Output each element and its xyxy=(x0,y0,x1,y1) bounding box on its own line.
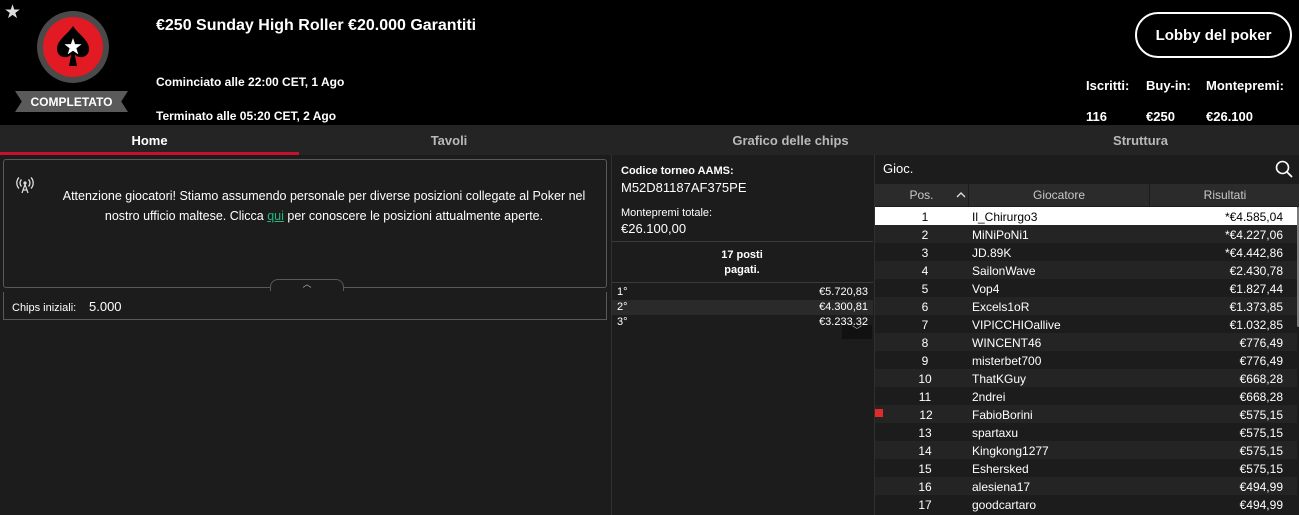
status-badge: COMPLETATO xyxy=(15,91,128,112)
buyin-value: €250 xyxy=(1146,109,1175,124)
notice-link[interactable]: qui xyxy=(267,209,284,223)
prizepool-value: €26.100 xyxy=(1206,109,1253,124)
aams-code-value: M52D81187AF375PE xyxy=(621,180,747,195)
tab-home[interactable]: Home xyxy=(0,125,299,155)
player-row[interactable]: 15 Eshersked €575,15 xyxy=(875,459,1297,477)
player-row[interactable]: 2 MiNiPoNi1 *€4.227,06 xyxy=(875,225,1297,243)
paid-places: 17 posti pagati. xyxy=(721,249,763,276)
divider xyxy=(612,241,873,242)
chevron-down-icon: ﹀ xyxy=(852,326,862,337)
entrants-label: Iscritti: xyxy=(1086,78,1130,93)
notice-text: Attenzione giocatori! Stiamo assumendo p… xyxy=(62,189,586,223)
tab-chip-chart[interactable]: Grafico delle chips xyxy=(599,125,982,155)
player-row[interactable]: 8 WINCENT46 €776,49 xyxy=(875,333,1297,351)
player-row[interactable]: 6 Excels1oR €1.373,85 xyxy=(875,297,1297,315)
player-row[interactable]: 1 Il_Chirurgo3 *€4.585,04 xyxy=(875,207,1297,225)
tournament-header: ★ COMPLETATO €250 Sunday High Roller €20… xyxy=(0,0,1299,125)
tab-tables[interactable]: Tavoli xyxy=(299,125,599,155)
flag-marker-icon xyxy=(875,409,883,417)
buyin-label: Buy-in: xyxy=(1146,78,1191,93)
home-content: Attenzione giocatori! Stiamo assumendo p… xyxy=(0,155,1299,515)
sort-ascending-icon[interactable] xyxy=(955,189,967,201)
total-prize-label: Montepremi totale: xyxy=(621,207,713,219)
tab-bar: Home Tavoli Grafico delle chips Struttur… xyxy=(0,125,1299,155)
starting-chips-row: Chips iniziali: 5.000 xyxy=(3,292,607,320)
player-row[interactable]: 16 alesiena17 €494,99 xyxy=(875,477,1297,495)
entrants-value: 116 xyxy=(1086,109,1107,124)
payout-row: 1° €5.720,83 xyxy=(617,286,868,298)
column-header-result[interactable]: Risultati xyxy=(1150,184,1299,206)
tournament-title: €250 Sunday High Roller €20.000 Garantit… xyxy=(156,17,477,34)
player-row[interactable]: 12 FabioBorini €575,15 xyxy=(875,405,1297,423)
lobby-button[interactable]: Lobby del poker xyxy=(1135,12,1292,58)
expand-payouts-button[interactable]: ﹀ xyxy=(842,325,872,339)
tab-structure[interactable]: Struttura xyxy=(982,125,1299,155)
tournament-info-panel: Codice torneo AAMS: M52D81187AF375PE Mon… xyxy=(611,155,873,515)
player-row[interactable]: 17 goodcartaro €494,99 xyxy=(875,495,1297,513)
player-row[interactable]: 5 Vop4 €1.827,44 xyxy=(875,279,1297,297)
player-row[interactable]: 9 misterbet700 €776,49 xyxy=(875,351,1297,369)
start-time: Cominciato alle 22:00 CET, 1 Ago xyxy=(156,75,345,89)
player-row[interactable]: 4 SailonWave €2.430,78 xyxy=(875,261,1297,279)
player-row[interactable]: 3 JD.89K *€4.442,86 xyxy=(875,243,1297,261)
total-prize-value: €26.100,00 xyxy=(621,221,687,236)
player-row[interactable]: 10 ThatKGuy €668,28 xyxy=(875,369,1297,387)
player-row[interactable]: 11 2ndrei €668,28 xyxy=(875,387,1297,405)
payout-row: 2° €4.300,81 xyxy=(612,300,873,315)
starting-chips-value: 5.000 xyxy=(89,299,122,314)
star-icon[interactable]: ★ xyxy=(4,3,21,22)
starting-chips-label: Chips iniziali: xyxy=(12,302,77,314)
aams-code-label: Codice torneo AAMS: xyxy=(621,165,734,177)
pokerstars-logo-icon xyxy=(37,11,109,83)
payout-row: 3° €3.233,32 xyxy=(617,316,868,328)
notice-box: Attenzione giocatori! Stiamo assumendo p… xyxy=(3,159,607,291)
broadcast-antenna-icon xyxy=(16,177,34,194)
player-search-label[interactable]: Gioc. xyxy=(883,161,913,176)
player-row[interactable]: 14 Kingkong1277 €575,15 xyxy=(875,441,1297,459)
players-panel: Gioc. Pos. Giocatore Risultati 1 Il_Chiru… xyxy=(874,155,1299,515)
collapse-notice-button[interactable]: ︿ xyxy=(270,279,344,291)
prizepool-label: Montepremi: xyxy=(1206,78,1284,93)
player-row[interactable]: 7 VIPICCHIOallive €1.032,85 xyxy=(875,315,1297,333)
divider xyxy=(612,282,873,283)
column-header-player[interactable]: Giocatore xyxy=(969,184,1149,206)
player-row[interactable]: 13 spartaxu €575,15 xyxy=(875,423,1297,441)
search-icon[interactable] xyxy=(1274,159,1294,179)
chevron-up-icon: ︿ xyxy=(302,279,312,289)
end-time: Terminato alle 05:20 CET, 2 Ago xyxy=(156,109,337,123)
